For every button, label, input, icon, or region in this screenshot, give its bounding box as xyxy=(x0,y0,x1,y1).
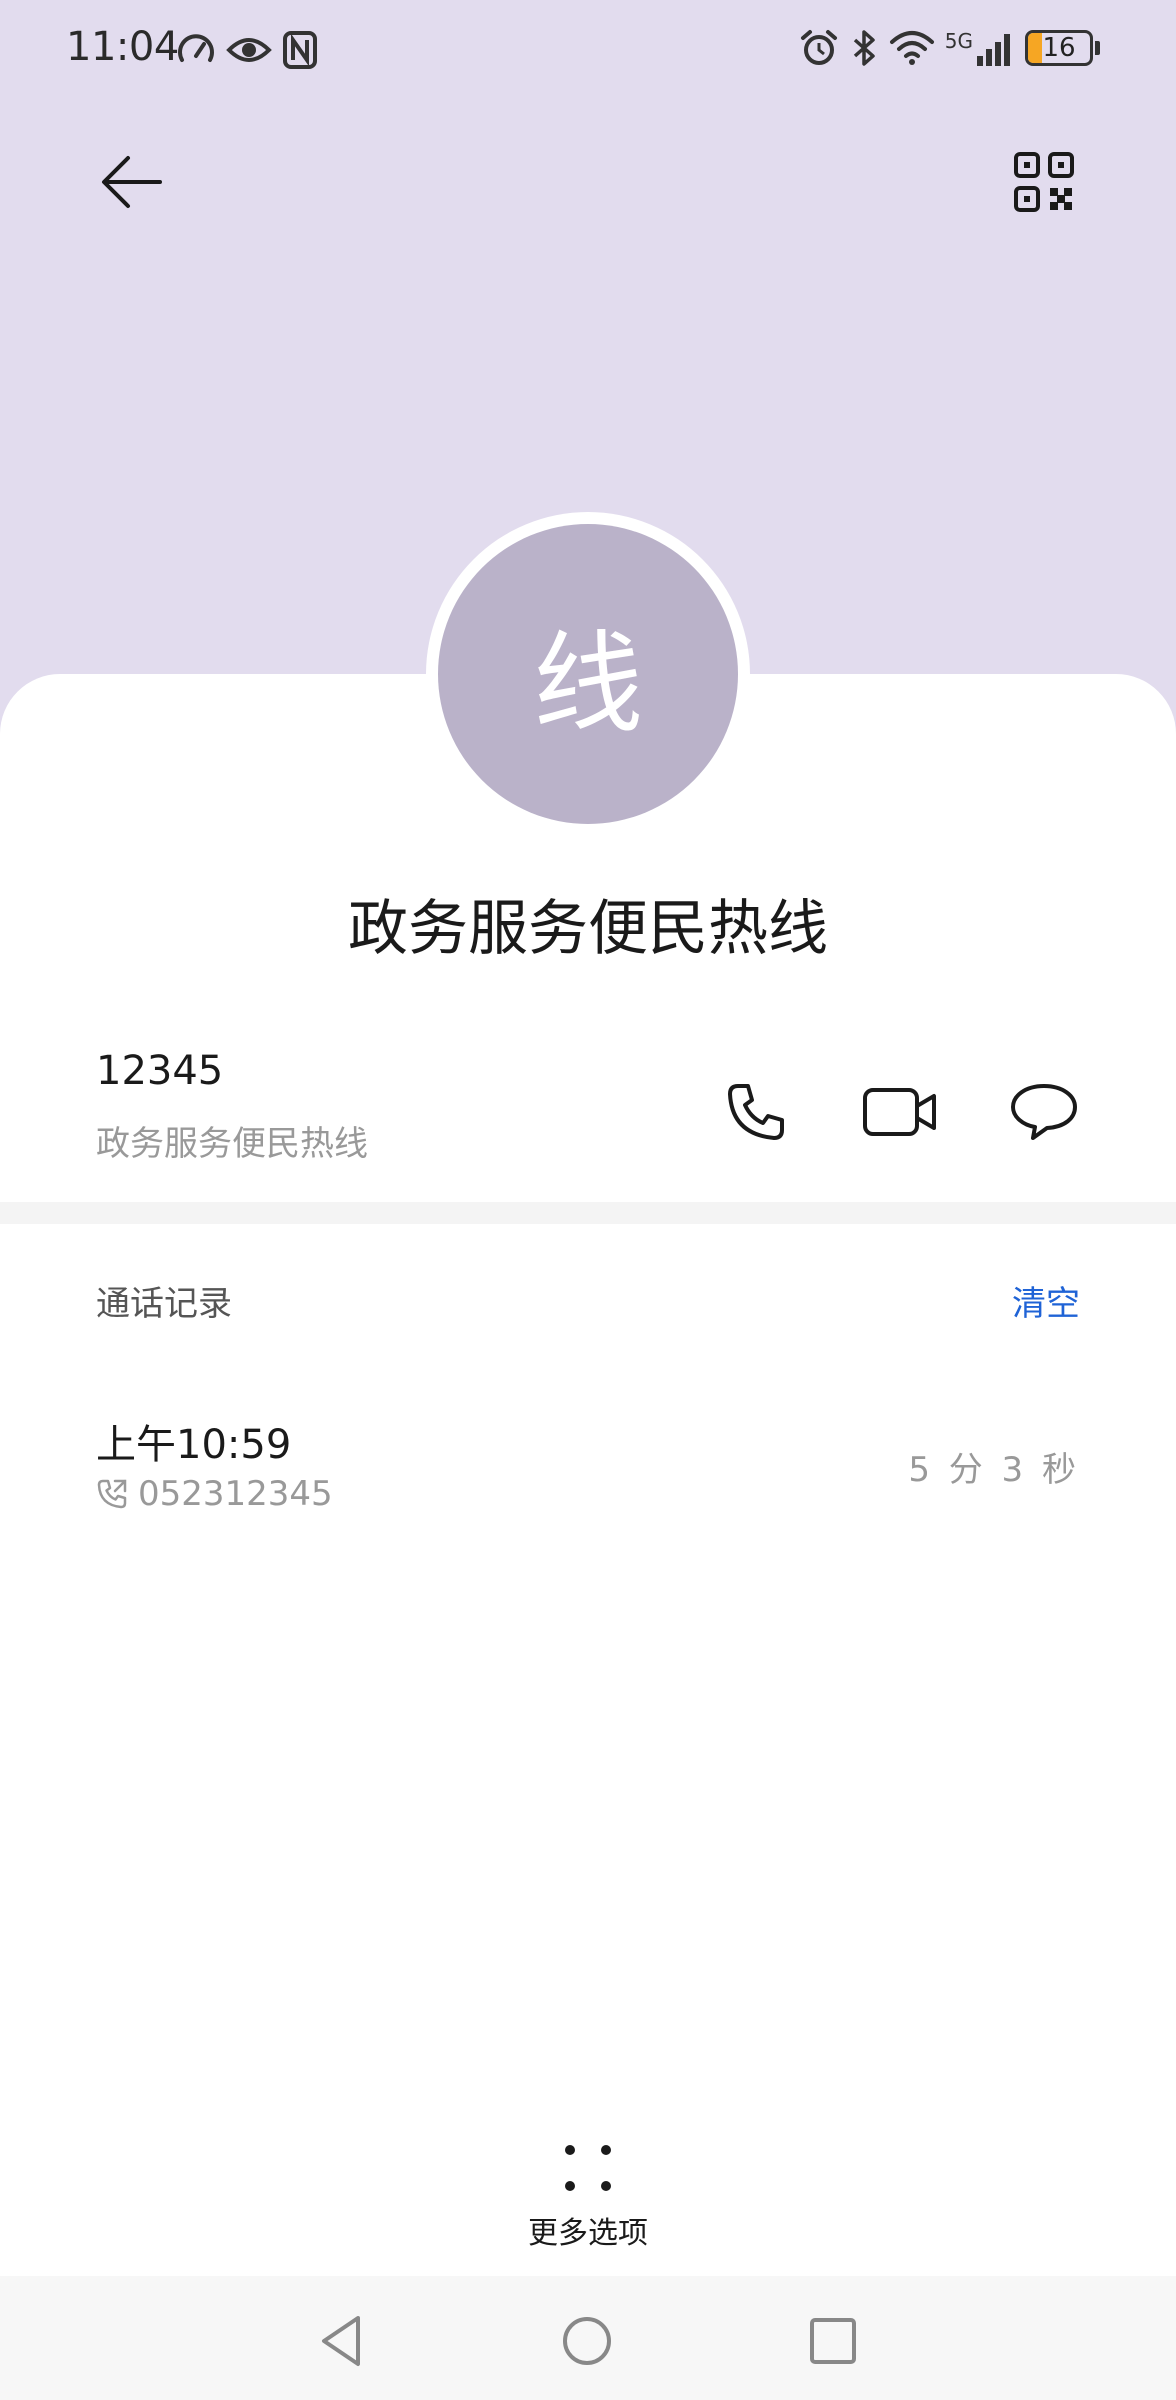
nav-back-button[interactable] xyxy=(308,2306,378,2376)
arrow-left-icon xyxy=(102,156,162,208)
battery-level: 16 xyxy=(1042,33,1076,63)
wifi-icon xyxy=(889,31,934,65)
call-number: 052312345 xyxy=(138,1474,333,1514)
outgoing-call-icon xyxy=(97,1479,127,1509)
video-call-button[interactable] xyxy=(858,1072,942,1152)
phone-icon xyxy=(728,1084,784,1140)
message-button[interactable] xyxy=(1002,1072,1086,1152)
status-time: 11:04 xyxy=(66,24,179,70)
contact-name: 政务服务便民热线 xyxy=(348,894,828,964)
contact-detail-screen: 11:04 5G 16 线 政务服务便民热线 12345 政务服务便民热线 通话… xyxy=(0,0,1176,2400)
more-options-button[interactable]: 更多选项 xyxy=(488,2130,688,2260)
video-call-icon xyxy=(863,1088,936,1136)
status-left-icons xyxy=(176,30,318,70)
phone-number-label: 政务服务便民热线 xyxy=(96,1124,368,1164)
battery-icon: 16 xyxy=(1025,30,1100,66)
back-button[interactable] xyxy=(92,142,172,222)
call-log-title: 通话记录 xyxy=(96,1284,232,1324)
system-nav-bar xyxy=(0,2276,1176,2400)
alarm-icon xyxy=(800,30,837,65)
battery-fill xyxy=(1028,33,1042,63)
more-dots-icon xyxy=(565,2145,611,2191)
battery-cap xyxy=(1095,41,1100,55)
call-time: 上午10:59 xyxy=(96,1422,292,1468)
status-bar: 11:04 5G 16 xyxy=(0,0,1176,100)
qr-code-button[interactable] xyxy=(1004,142,1084,222)
nav-home-button[interactable] xyxy=(552,2306,622,2376)
call-log-header: 通话记录 清空 xyxy=(0,1270,1176,1330)
nav-back-icon xyxy=(322,2316,360,2366)
phone-number-row[interactable]: 12345 政务服务便民热线 xyxy=(0,1020,1176,1200)
status-right-icons: 5G 16 xyxy=(799,28,1100,68)
nav-recent-icon xyxy=(810,2318,856,2364)
eye-icon xyxy=(226,38,272,62)
message-icon xyxy=(1011,1084,1077,1140)
clear-call-log-button[interactable]: 清空 xyxy=(1012,1276,1080,1325)
nav-recent-button[interactable] xyxy=(798,2306,868,2376)
avatar[interactable]: 线 xyxy=(438,524,738,824)
more-options-label: 更多选项 xyxy=(528,2216,648,2251)
nav-home-icon xyxy=(563,2317,611,2365)
call-sub-row: 052312345 xyxy=(96,1474,333,1514)
call-duration: 5 分 3 秒 xyxy=(908,1450,1080,1490)
call-button[interactable] xyxy=(714,1072,798,1152)
section-divider xyxy=(0,1202,1176,1224)
network-type: 5G xyxy=(944,29,973,53)
battery-body: 16 xyxy=(1025,30,1093,66)
signal-icon xyxy=(977,34,1010,66)
qr-code-icon xyxy=(1014,152,1074,212)
speedometer-icon xyxy=(178,34,214,62)
phone-number: 12345 xyxy=(96,1048,224,1094)
nfc-icon xyxy=(283,31,317,69)
bluetooth-icon xyxy=(853,30,875,66)
call-log-entry[interactable]: 上午10:59 052312345 5 分 3 秒 xyxy=(0,1400,1176,1530)
